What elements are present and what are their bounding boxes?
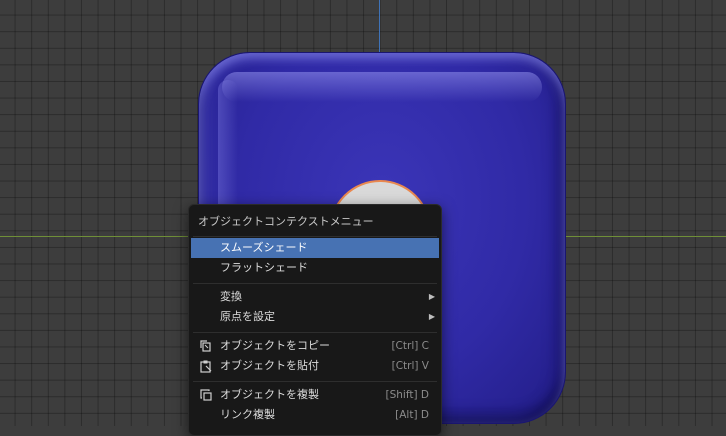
copy-icon xyxy=(200,340,211,352)
duplicate-icon xyxy=(200,389,212,401)
shortcut-hint: [Shift] D xyxy=(385,389,429,401)
paste-icon xyxy=(200,360,212,373)
shortcut-hint: [Ctrl] V xyxy=(391,360,429,372)
menu-separator xyxy=(193,283,437,284)
menu-item-flat-shade[interactable]: フラットシェード xyxy=(191,258,439,278)
menu-title: オブジェクトコンテクストメニュー xyxy=(198,215,374,228)
menu-item-paste-objects[interactable]: オブジェクトを貼付 [Ctrl] V xyxy=(191,356,439,376)
menu-item-label: オブジェクトを貼付 xyxy=(220,359,319,372)
submenu-arrow-icon: ▶ xyxy=(428,312,435,321)
menu-item-label: オブジェクトをコピー xyxy=(220,339,330,352)
shortcut-hint: [Ctrl] C xyxy=(391,340,429,352)
menu-item-transform[interactable]: 変換 ▶ xyxy=(191,287,439,307)
menu-item-copy-objects[interactable]: オブジェクトをコピー [Ctrl] C xyxy=(191,336,439,356)
menu-separator xyxy=(193,332,437,333)
menu-item-set-origin[interactable]: 原点を設定 ▶ xyxy=(191,307,439,327)
menu-item-label: 原点を設定 xyxy=(220,310,275,323)
menu-item-label: スムーズシェード xyxy=(220,241,308,254)
menu-item-duplicate-objects[interactable]: オブジェクトを複製 [Shift] D xyxy=(191,385,439,405)
menu-item-smooth-shade[interactable]: スムーズシェード xyxy=(191,238,439,258)
menu-separator xyxy=(193,236,437,237)
menu-separator xyxy=(193,381,437,382)
object-context-menu: オブジェクトコンテクストメニュー スムーズシェード フラットシェード 変換 ▶ … xyxy=(188,204,442,436)
menu-item-duplicate-linked[interactable]: リンク複製 [Alt] D xyxy=(191,405,439,425)
menu-item-label: 変換 xyxy=(220,290,242,303)
cube-highlight xyxy=(222,72,542,102)
menu-item-label: オブジェクトを複製 xyxy=(220,388,319,401)
z-axis-line xyxy=(379,0,380,60)
menu-item-label: フラットシェード xyxy=(220,261,308,274)
shortcut-hint: [Alt] D xyxy=(395,409,429,421)
submenu-arrow-icon: ▶ xyxy=(428,292,435,301)
menu-item-label: リンク複製 xyxy=(220,408,275,421)
